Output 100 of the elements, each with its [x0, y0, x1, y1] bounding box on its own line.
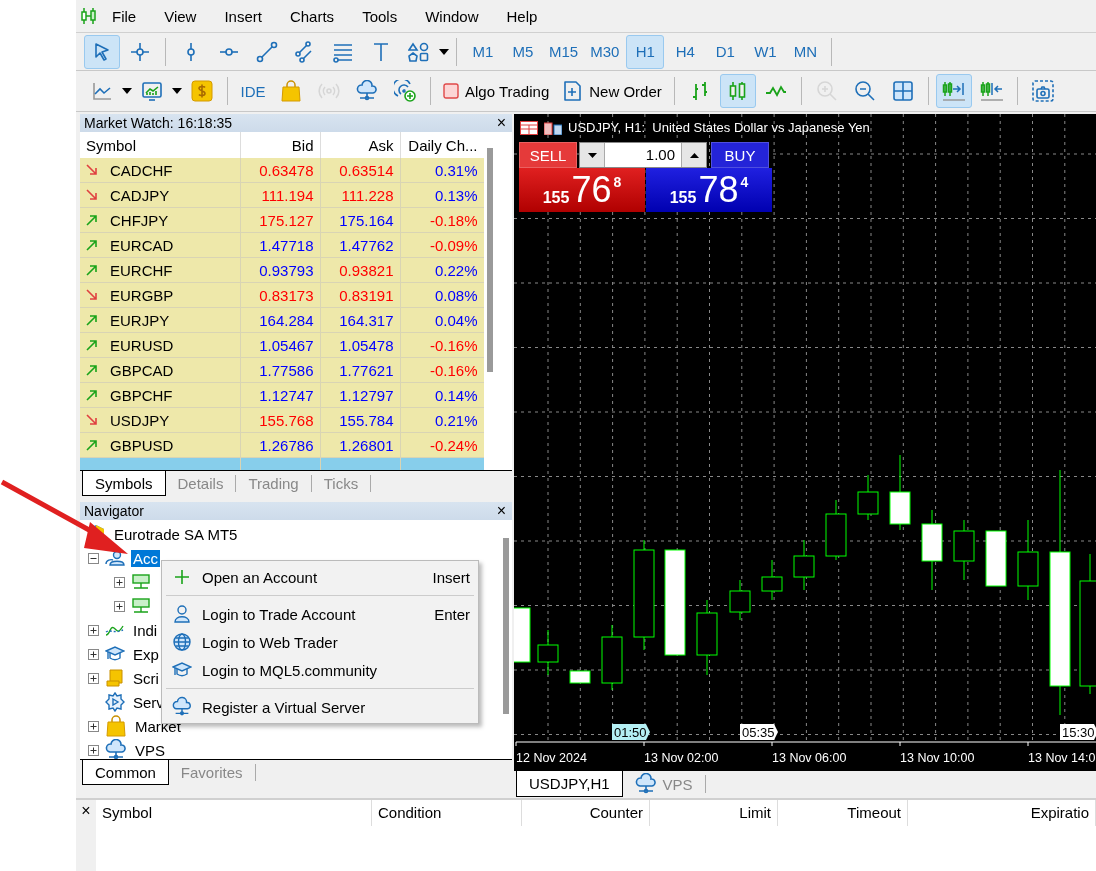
menu-item[interactable]: Tools	[348, 7, 412, 25]
axis-label: 12 Nov 2024	[516, 751, 587, 765]
column-header[interactable]: Bid	[240, 132, 320, 158]
cloud-icon	[172, 696, 192, 718]
expand-icon[interactable]	[88, 648, 99, 660]
expand-icon[interactable]	[114, 576, 125, 588]
close-button[interactable]: ×	[76, 800, 96, 871]
column-header[interactable]: Daily Ch...	[400, 132, 484, 158]
menu-item[interactable]: Open an Account Insert	[162, 563, 478, 591]
buy-button[interactable]: BUY	[711, 142, 769, 168]
person-icon	[172, 604, 192, 624]
table-cell: 1.26786	[259, 436, 314, 454]
autoscroll-icon	[940, 80, 967, 102]
close-button[interactable]: ×	[494, 503, 508, 519]
column-header[interactable]: Counter	[522, 800, 650, 826]
tab[interactable]: Symbols	[82, 471, 166, 496]
timeframe-button[interactable]: W1	[746, 34, 785, 69]
toolbar-button[interactable]: New Order	[556, 74, 667, 108]
toolbar-button[interactable]: Algo Trading	[438, 74, 555, 108]
timeframe-button[interactable]: H1	[626, 34, 665, 69]
shopping-bag-icon	[280, 80, 302, 102]
candle	[761, 559, 783, 601]
grid-icon	[891, 80, 914, 102]
server-icon	[131, 572, 151, 592]
table-cell: -0.09%	[429, 236, 478, 254]
trendline-icon	[256, 40, 278, 63]
expand-icon[interactable]	[114, 600, 125, 612]
toolbar-button[interactable]: IDE	[235, 74, 271, 108]
table-cell: 0.63514	[339, 161, 394, 179]
radar-add-icon	[394, 80, 416, 102]
scrollbar-thumb[interactable]	[503, 538, 509, 714]
tree-item[interactable]: Indi	[131, 621, 160, 639]
depth-of-market-icon	[544, 120, 562, 135]
arrow-down-icon	[86, 414, 98, 426]
scrollbar-thumb[interactable]	[487, 148, 493, 372]
table-cell: 1.47718	[259, 236, 314, 254]
arrow-down-icon	[86, 189, 98, 201]
caret-icon	[172, 88, 182, 94]
cloud-icon	[634, 773, 657, 795]
candle	[985, 530, 1007, 587]
plus-icon	[173, 568, 191, 586]
tree-item[interactable]: Acc	[131, 549, 160, 567]
menu-item[interactable]: Login to Web Trader	[162, 628, 478, 656]
menu-item[interactable]: File	[98, 7, 151, 25]
column-header[interactable]: Symbol	[80, 132, 240, 158]
close-button[interactable]: ×	[494, 115, 508, 131]
expand-icon[interactable]	[88, 744, 99, 756]
menu-item[interactable]: Login to Trade Account Enter	[162, 600, 478, 628]
arrow-up-icon	[86, 239, 98, 251]
column-header[interactable]: Timeout	[778, 800, 908, 826]
menu-item[interactable]: Help	[492, 7, 552, 25]
column-header[interactable]: Limit	[650, 800, 778, 826]
tree-item[interactable]: VPS	[133, 741, 167, 759]
table-cell: 175.164	[339, 211, 394, 229]
timeframe-button[interactable]: M30	[585, 34, 625, 69]
app-logo-icon	[80, 7, 98, 25]
expand-icon[interactable]	[88, 720, 99, 732]
timeframe-button[interactable]: M1	[464, 34, 502, 69]
expand-icon[interactable]	[88, 624, 99, 636]
candle	[953, 519, 975, 581]
toolbar-button[interactable]	[84, 34, 120, 69]
table-cell: EURUSD	[110, 336, 174, 354]
tree-item[interactable]: Exp	[131, 645, 161, 663]
candle	[537, 629, 559, 676]
sell-button[interactable]: SELL	[519, 142, 577, 168]
table-cell: -0.16%	[429, 361, 478, 379]
toolbar-button[interactable]	[935, 74, 972, 108]
axis-label: 13 Nov 10:00	[900, 751, 975, 765]
tab[interactable]: USDJPY,H1	[516, 771, 623, 797]
caret-up-icon	[689, 152, 699, 158]
timeframe-button[interactable]: MN	[786, 34, 825, 69]
tree-item[interactable]: Eurotrade SA MT5	[112, 525, 240, 543]
menu-item[interactable]: Login to MQL5.community	[162, 656, 478, 684]
column-header[interactable]: Expiratio	[908, 800, 1096, 826]
arrow-up-icon	[86, 339, 98, 351]
menu-item[interactable]: Window	[411, 7, 493, 25]
table-cell: 111.194	[261, 186, 314, 204]
column-header[interactable]: Symbol	[96, 800, 372, 826]
timeframe-button[interactable]: M15	[544, 34, 584, 69]
menu-item[interactable]: Charts	[275, 7, 349, 25]
menu-item[interactable]: View	[150, 7, 211, 25]
arrow-up-icon	[86, 364, 98, 376]
document-add-icon	[561, 80, 584, 102]
table-cell: 1.05467	[259, 336, 314, 354]
table-cell: 164.317	[339, 311, 394, 329]
tab[interactable]: Common	[82, 760, 169, 785]
tree-item[interactable]: Scri	[131, 669, 161, 687]
table-cell: 0.93793	[259, 261, 314, 279]
arrow-up-icon	[86, 439, 98, 451]
toolbar-button[interactable]	[719, 74, 756, 108]
panel-title: Market Watch: 16:18:35	[84, 115, 233, 131]
column-header[interactable]: Condition	[372, 800, 522, 826]
column-header[interactable]: Ask	[320, 132, 400, 158]
timeframe-button[interactable]: D1	[706, 34, 745, 69]
timeframe-button[interactable]: M5	[504, 34, 542, 69]
collapse-icon[interactable]	[88, 552, 99, 564]
lot-field[interactable]: 1.00	[579, 142, 707, 168]
menu-item[interactable]: Insert	[210, 7, 276, 25]
timeframe-button[interactable]: H4	[666, 34, 705, 69]
expand-icon[interactable]	[88, 672, 99, 684]
